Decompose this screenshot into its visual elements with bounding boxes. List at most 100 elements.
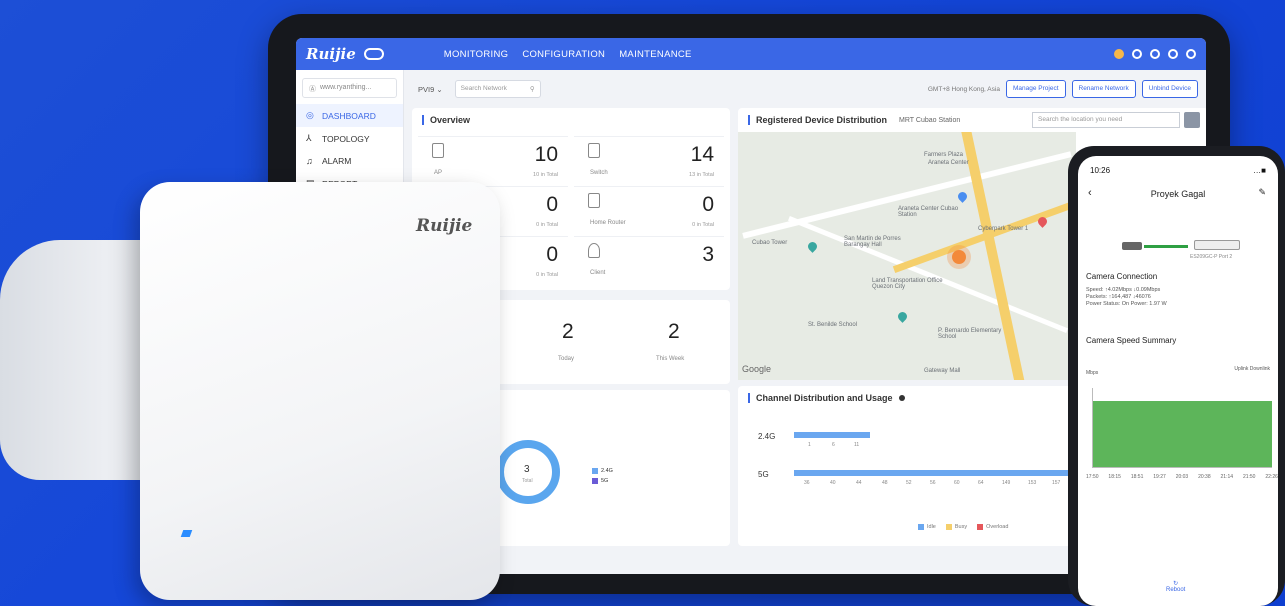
connection-title: Camera Connection xyxy=(1086,272,1158,281)
switch-device-icon xyxy=(1194,240,1240,250)
x-tick: 22:26 xyxy=(1265,474,1278,480)
events-today-value: 2 xyxy=(562,320,574,343)
map-label: Cubao Tower xyxy=(752,240,788,246)
channel-number: 60 xyxy=(954,480,960,486)
account-selector[interactable]: Ⓐwww.ryanthing... xyxy=(302,78,397,98)
device-label: ES209GC-P Port 2 xyxy=(1190,254,1233,260)
network-search[interactable]: Search Network ⚲ xyxy=(454,80,541,98)
message-icon[interactable] xyxy=(1132,49,1142,59)
x-tick: 20:03 xyxy=(1175,474,1189,480)
map-label: St. Benilde School xyxy=(808,322,858,328)
map-label: Araneta Center xyxy=(928,160,969,166)
reboot-label: Reboot xyxy=(1166,587,1186,593)
legend-5g: 5G xyxy=(592,478,608,484)
channel-number: 157 xyxy=(1052,480,1061,486)
info-icon[interactable] xyxy=(898,395,905,401)
google-logo: Google xyxy=(742,364,772,374)
access-point-device: Ruijie xyxy=(140,182,500,600)
map-label: Land Transportation Office Quezon City xyxy=(872,278,943,290)
app-logo: Ruijie xyxy=(306,45,356,63)
reboot-button[interactable]: ↻ Reboot xyxy=(1166,580,1185,593)
connection-packets: Packets: ↑164,487 ↓46076 xyxy=(1086,294,1151,300)
x-tick: 21:50 xyxy=(1242,474,1256,480)
stat-home-router[interactable]: Home Router 0 0 in Total xyxy=(574,186,724,232)
channel-number: 52 xyxy=(906,480,912,486)
channel-number: 11 xyxy=(854,442,860,448)
stat-ap[interactable]: AP 10 10 in Total xyxy=(418,136,568,182)
legend-label: Overload xyxy=(986,524,1009,530)
settings-icon[interactable] xyxy=(1168,49,1178,59)
map-label: Araneta Center Cubao Station xyxy=(898,206,959,218)
connection-power: Power Status: On Power: 1.97 W xyxy=(1086,301,1167,307)
manage-project-button[interactable]: Manage Project xyxy=(1005,80,1066,98)
x-tick: 19:27 xyxy=(1153,474,1166,480)
events-week-value: 2 xyxy=(668,320,680,343)
phone-signal-icons: …■ xyxy=(1253,166,1266,175)
user-icon[interactable] xyxy=(1186,49,1196,59)
x-tick: 18:15 xyxy=(1108,474,1121,480)
stat-sub: 0 in Total xyxy=(536,272,558,278)
back-icon[interactable]: ‹ xyxy=(1088,187,1092,199)
speed-summary-title: Camera Speed Summary xyxy=(1086,336,1177,345)
topology-icon: ⅄ xyxy=(306,133,312,143)
project-name: PVI9 xyxy=(418,84,435,94)
stat-label: Client xyxy=(590,270,606,276)
map-pin[interactable] xyxy=(956,190,969,203)
stat-label: Home Router xyxy=(590,220,626,226)
sidebar-item-label: DASHBOARD xyxy=(322,110,376,121)
reboot-icon: ↻ xyxy=(1173,581,1179,587)
map-label: San Martin de Porres Barangay Hall xyxy=(844,236,901,248)
connection-section: Camera Connection Speed: ↑4.02Mbps ↓0.09… xyxy=(1078,272,1278,308)
nav-monitoring[interactable]: MONITORING xyxy=(444,49,509,60)
map-location: MRT Cubao Station xyxy=(899,116,961,124)
map-search-button[interactable] xyxy=(1184,112,1200,128)
sidebar-item-label: TOPOLOGY xyxy=(322,133,370,144)
stat-sub: 10 in Total xyxy=(533,172,558,178)
legend-label: 2.4G xyxy=(601,468,613,474)
channel-bar-5g xyxy=(794,470,1074,476)
help-icon[interactable] xyxy=(1150,49,1160,59)
dashboard-icon: ◎ xyxy=(306,110,314,120)
rename-network-button[interactable]: Rename Network xyxy=(1071,80,1136,98)
camera-icon xyxy=(1122,242,1142,250)
map-search-input[interactable]: Search the location you need xyxy=(1032,112,1180,128)
phone-status-bar: 10:26 …■ xyxy=(1078,156,1278,175)
channel-number: 36 xyxy=(804,480,810,486)
sidebar-item-dashboard[interactable]: ◎ DASHBOARD xyxy=(296,104,403,127)
ap-icon xyxy=(432,143,444,158)
stat-value: 14 xyxy=(690,143,714,166)
legend-busy: Busy xyxy=(945,524,968,530)
edit-icon[interactable]: ✎ xyxy=(1258,187,1266,198)
device-brand-logo: Ruijie xyxy=(416,216,473,236)
legend-label: Busy xyxy=(954,524,968,530)
stat-client[interactable]: Client 3 xyxy=(574,236,724,282)
project-select[interactable]: PVI9 ⌄ xyxy=(412,82,449,97)
map-pin[interactable] xyxy=(896,310,909,323)
sidebar-item-topology[interactable]: ⅄ TOPOLOGY xyxy=(296,127,403,150)
stat-switch[interactable]: Switch 14 13 in Total xyxy=(574,136,724,182)
map-road xyxy=(787,215,1069,334)
top-nav-bar: Ruijie MONITORING CONFIGURATION MAINTENA… xyxy=(296,38,1206,70)
channel-number: 48 xyxy=(882,480,888,486)
speed-graph xyxy=(1092,388,1272,468)
search-placeholder: Search Network xyxy=(460,85,507,92)
map-label: P. Bernardo Elementary School xyxy=(938,328,1002,340)
map-canvas[interactable]: Farmers Plaza Araneta Center Araneta Cen… xyxy=(738,132,1076,380)
notification-icon[interactable] xyxy=(1114,49,1124,59)
account-name: www.ryanthing... xyxy=(320,84,372,91)
unbind-device-button[interactable]: Unbind Device xyxy=(1141,80,1198,98)
toolbar: PVI9 ⌄ Search Network ⚲ GMT+8 Hong Kong, … xyxy=(412,78,1198,100)
legend-24g: 2.4G xyxy=(592,468,613,474)
top-icons xyxy=(1114,49,1196,59)
nav-maintenance[interactable]: MAINTENANCE xyxy=(619,49,691,60)
sidebar-item-alarm[interactable]: ♫ ALARM xyxy=(296,150,403,172)
switch-icon xyxy=(588,143,600,158)
channel-row-5g: 5G xyxy=(758,470,769,479)
status-led xyxy=(180,530,193,537)
legend-idle: Idle xyxy=(918,524,936,530)
map-pin[interactable] xyxy=(806,240,819,253)
device-marker[interactable] xyxy=(952,250,966,264)
nav-configuration[interactable]: CONFIGURATION xyxy=(522,49,605,60)
x-tick: 17:50 xyxy=(1086,474,1099,480)
graph-legend: Uplink Downlink xyxy=(1234,366,1270,372)
